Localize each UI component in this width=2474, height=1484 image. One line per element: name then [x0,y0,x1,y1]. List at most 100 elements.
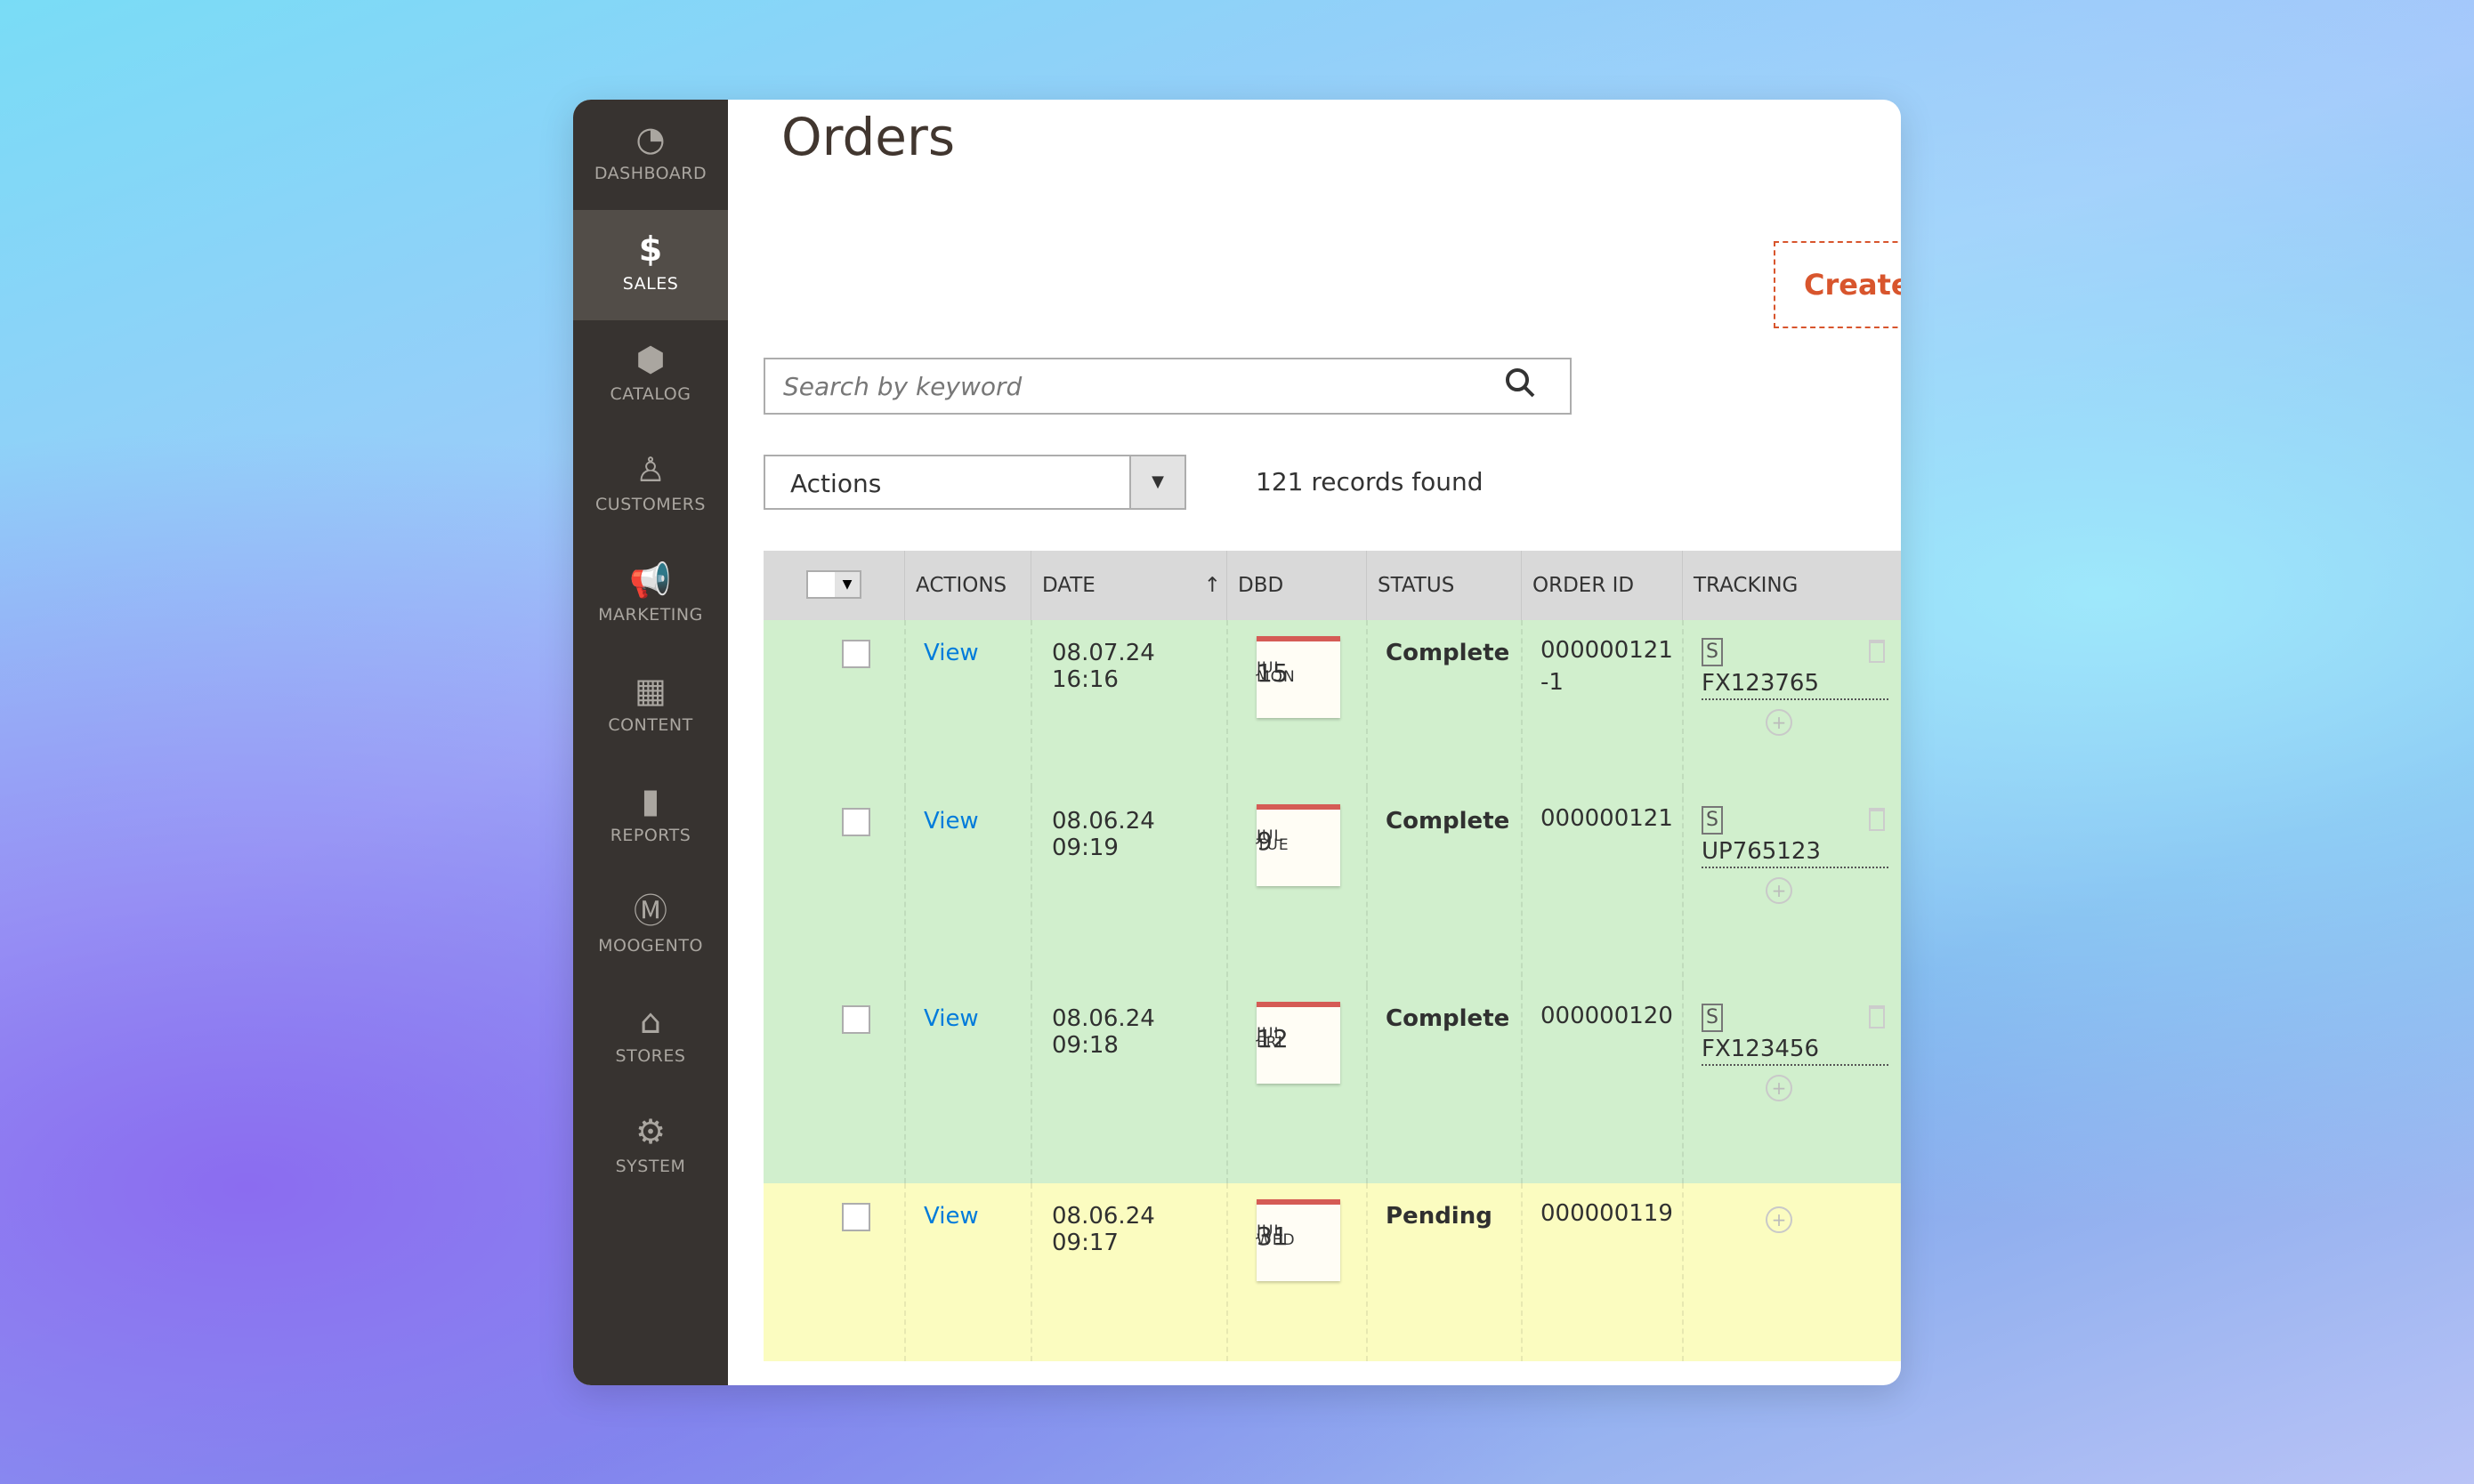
sort-arrow-icon[interactable]: ↑ [1204,574,1221,597]
sidebar-item-label: MOOGENTO [598,936,703,956]
sidebar-item-sales[interactable]: $ SALES [573,210,728,320]
create-button[interactable]: Create [1774,241,1901,328]
order-date: 08.06.24 09:17 [1052,1203,1155,1256]
order-date: 08.06.24 09:18 [1052,1005,1155,1059]
actions-select-value: Actions [790,469,882,498]
tracking-cell: + [1682,1183,1901,1361]
calendar-icon: MON 15 JUL [1257,636,1340,718]
carrier-badge: S [1702,806,1723,835]
order-id-cell: 000000121 [1521,788,1682,986]
status-cell: Pending [1366,1183,1521,1361]
view-link[interactable]: View [924,808,979,835]
dollar-icon: $ [638,230,663,269]
tracking-number[interactable]: FX123765 [1702,670,1888,700]
select-cell [764,620,904,788]
trash-icon[interactable] [1869,808,1885,831]
actions-select[interactable]: Actions ▼ [764,455,1186,510]
search-icon[interactable] [1504,367,1536,399]
actions-cell: View [904,1183,1031,1361]
sidebar-item-content[interactable]: ▦ CONTENT [573,651,728,762]
actions-cell: View [904,620,1031,788]
chevron-down-icon[interactable]: ▼ [1129,456,1184,508]
status-badge: Pending [1386,1203,1492,1230]
search-input[interactable]: Search by keyword [764,358,1572,415]
tracking-cell: S FX123456 + [1682,986,1901,1183]
add-tracking-icon[interactable]: + [1766,709,1792,736]
status-cell: Complete [1366,788,1521,986]
column-header-actions: ACTIONS [904,551,1031,620]
sidebar-item-label: CUSTOMERS [595,495,706,514]
megaphone-icon: 📢 [629,561,672,600]
dbd-cell: TUE 9 JUL [1226,788,1366,986]
calendar-icon: FRI 12 JUL [1257,1002,1340,1084]
order-id-cell: 000000119 [1521,1183,1682,1361]
dbd-cell: MON 15 JUL [1226,620,1366,788]
orders-table: ▼ ACTIONS DATE ↑ DBD STATUS ORDER ID TRAC… [764,551,1901,1385]
table-row: View 08.07.24 16:16 MON 15 JUL Complete 000000… [764,620,1901,788]
sidebar-item-moogento[interactable]: Ⓜ MOOGENTO [573,872,728,982]
sidebar-item-label: MARKETING [598,605,703,625]
view-link[interactable]: View [924,1005,979,1032]
layout-icon: ▦ [635,671,667,710]
table-row: View 08.06.24 09:19 TUE 9 JUL Complete 0000001… [764,788,1901,986]
status-badge: Complete [1386,1005,1510,1032]
trash-icon[interactable] [1869,1005,1885,1028]
dbd-month: JUL [1257,1025,1283,1043]
sidebar: ◔ DASHBOARD $ SALES ⬢ CATALOG ♙ CUSTOMERS 📢 MARKE… [573,100,728,1385]
status-cell: Complete [1366,620,1521,788]
table-row: View 08.06.24 09:17 WED 31 JUL Pending 0000001… [764,1183,1901,1361]
tracking-number[interactable]: UP765123 [1702,838,1888,868]
column-header-date[interactable]: DATE ↑ [1031,551,1226,620]
sidebar-item-label: STORES [615,1046,686,1066]
date-cell: 08.06.24 09:18 [1031,986,1226,1183]
dashboard-icon: ◔ [635,119,666,158]
sidebar-item-dashboard[interactable]: ◔ DASHBOARD [573,100,728,210]
tracking-cell: S FX123765 + [1682,620,1901,788]
status-badge: Complete [1386,640,1510,666]
sidebar-item-customers[interactable]: ♙ CUSTOMERS [573,431,728,541]
bar-chart-icon: ▮ [641,781,660,820]
row-checkbox[interactable] [842,640,870,668]
select-all-checkbox[interactable]: ▼ [806,570,861,599]
records-count: 121 records found [1256,467,1484,496]
tracking-number[interactable]: FX123456 [1702,1036,1888,1066]
select-cell [764,1183,904,1361]
order-date: 08.06.24 09:19 [1052,808,1155,861]
sidebar-item-marketing[interactable]: 📢 MARKETING [573,541,728,651]
sidebar-item-catalog[interactable]: ⬢ CATALOG [573,320,728,431]
sidebar-item-stores[interactable]: ⌂ STORES [573,982,728,1093]
sidebar-item-reports[interactable]: ▮ REPORTS [573,762,728,872]
order-id-cell: 000000121-1 [1521,620,1682,788]
date-cell: 08.07.24 16:16 [1031,620,1226,788]
sidebar-item-system[interactable]: ⚙ SYSTEM [573,1093,728,1203]
sidebar-item-label: DASHBOARD [594,164,707,183]
sidebar-item-label: SALES [622,274,679,294]
gear-icon: ⚙ [635,1112,667,1151]
row-checkbox[interactable] [842,1203,870,1231]
dbd-month: JUL [1257,1222,1283,1240]
view-link[interactable]: View [924,640,979,666]
carrier-badge: S [1702,638,1723,666]
sidebar-item-label: CONTENT [608,715,693,735]
status-cell: Complete [1366,986,1521,1183]
row-checkbox[interactable] [842,1005,870,1034]
column-header-order-id: ORDER ID [1521,551,1682,620]
add-tracking-icon[interactable]: + [1766,1206,1792,1233]
add-tracking-icon[interactable]: + [1766,1075,1792,1101]
date-header-label: DATE [1042,574,1096,597]
row-checkbox[interactable] [842,808,870,836]
select-cell [764,986,904,1183]
dbd-cell: FRI 12 JUL [1226,986,1366,1183]
status-badge: Complete [1386,808,1510,835]
calendar-icon: TUE 9 JUL [1257,804,1340,886]
table-row: View 08.06.24 09:18 FRI 12 JUL Complete 000000… [764,986,1901,1183]
order-id-cell: 000000120 [1521,986,1682,1183]
trash-icon[interactable] [1869,640,1885,663]
dbd-cell: WED 31 JUL [1226,1183,1366,1361]
main-content: Orders Create Search by keyword Actions … [728,100,1901,1385]
page-title: Orders [781,107,956,167]
order-id: 000000120 [1540,1003,1673,1029]
view-link[interactable]: View [924,1203,979,1230]
add-tracking-icon[interactable]: + [1766,877,1792,904]
order-id: 000000119 [1540,1200,1673,1227]
